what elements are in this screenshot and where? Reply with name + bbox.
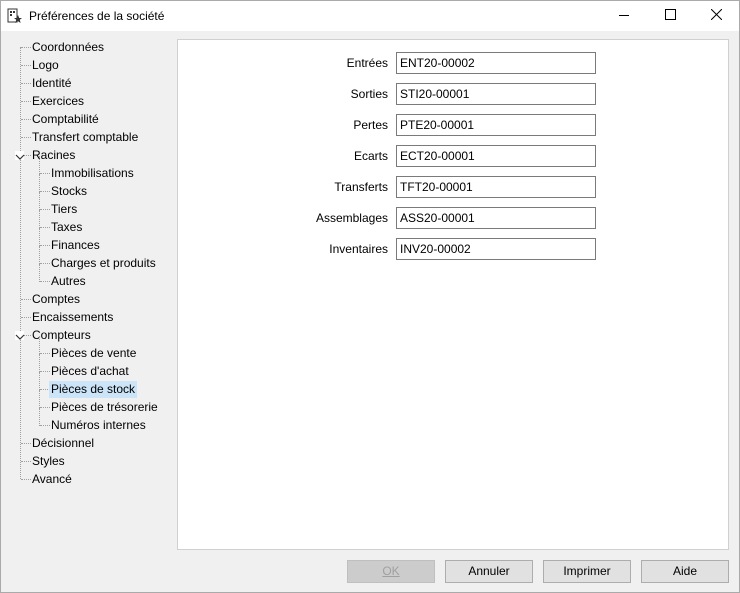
tree-child-guide [39,390,40,408]
settings-tree: Coordonnées Logo Identité Exercices Comptabi… [1,32,173,551]
counter-input[interactable] [396,52,596,74]
tree-child-guide [39,372,40,390]
counters-stock-panel: Entrées Sorties Pertes Ecarts Transferts Asse… [177,39,729,550]
tree-child-guide [39,192,40,210]
tree-item[interactable]: Finances [49,237,102,254]
maximize-icon [664,9,676,23]
window-title: Préférences de la société [29,9,165,23]
print-button[interactable]: Imprimer [543,560,631,583]
counter-label: Assemblages [315,211,388,225]
tree-child-guide [39,354,40,372]
ok-button-label: OK [382,564,400,578]
tree-item[interactable]: Immobilisations [49,165,136,182]
tree-item[interactable]: Tiers [49,201,79,218]
tree-guide-line [20,47,21,479]
tree-item[interactable]: Exercices [30,93,86,110]
tree-child-guide [39,336,40,354]
counter-label: Inventaires [329,242,388,256]
tree-item[interactable]: Stocks [49,183,89,200]
counter-label: Ecarts [353,149,388,163]
tree-child-guide [39,174,40,192]
counter-input[interactable] [396,176,596,198]
tree-item[interactable]: Racines [30,147,77,164]
preferences-window: Préférences de la société Coordonnées Log… [0,0,740,593]
tree-item[interactable]: Pièces de trésorerie [49,399,160,416]
minimize-button[interactable] [601,1,647,31]
tree-item[interactable]: Styles [30,453,67,470]
tree-item[interactable]: Encaissements [30,309,115,326]
tree-item[interactable]: Taxes [49,219,84,236]
cancel-button[interactable]: Annuler [445,560,533,583]
counter-input[interactable] [396,145,596,167]
tree-item[interactable]: Numéros internes [49,417,148,434]
counter-label: Pertes [353,118,388,132]
close-button[interactable] [693,1,739,31]
tree-child-guide [39,264,40,282]
cancel-button-label: Annuler [468,564,510,578]
maximize-button[interactable] [647,1,693,31]
tree-child-guide [39,246,40,264]
help-button[interactable]: Aide [641,560,729,583]
counter-input[interactable] [396,114,596,136]
tree-item[interactable]: Identité [30,75,73,92]
tree-item[interactable]: Logo [30,57,61,74]
tree-item[interactable]: Pièces de vente [49,345,138,362]
close-icon [710,8,722,23]
tree-child-guide [39,228,40,246]
tree-item[interactable]: Comptes [30,291,82,308]
counter-label: Entrées [346,56,388,70]
counter-input[interactable] [396,238,596,260]
company-settings-icon [7,8,23,24]
tree-item[interactable]: Autres [49,273,88,290]
tree-item[interactable]: Transfert comptable [30,129,140,146]
counter-input[interactable] [396,207,596,229]
tree-item[interactable]: Coordonnées [30,39,106,56]
tree-child-guide [39,156,40,174]
title-bar: Préférences de la société [1,1,739,31]
tree-item[interactable]: Charges et produits [49,255,158,272]
counter-label: Sorties [350,87,388,101]
tree-item[interactable]: Pièces d'achat [49,363,131,380]
tree-item[interactable]: Pièces de stock [49,381,138,398]
tree-child-guide [39,408,40,426]
help-button-label: Aide [672,564,698,578]
print-button-label: Imprimer [563,564,611,578]
counter-input[interactable] [396,83,596,105]
minimize-icon [619,9,629,23]
chevron-down-icon[interactable] [15,331,25,340]
tree-item[interactable]: Comptabilité [30,111,101,128]
chevron-down-icon[interactable] [15,151,25,160]
tree-child-guide [39,210,40,228]
tree-item[interactable]: Avancé [30,471,74,488]
tree-item[interactable]: Décisionnel [30,435,96,452]
counter-label: Transferts [334,180,388,194]
ok-button[interactable]: OK [347,560,435,583]
